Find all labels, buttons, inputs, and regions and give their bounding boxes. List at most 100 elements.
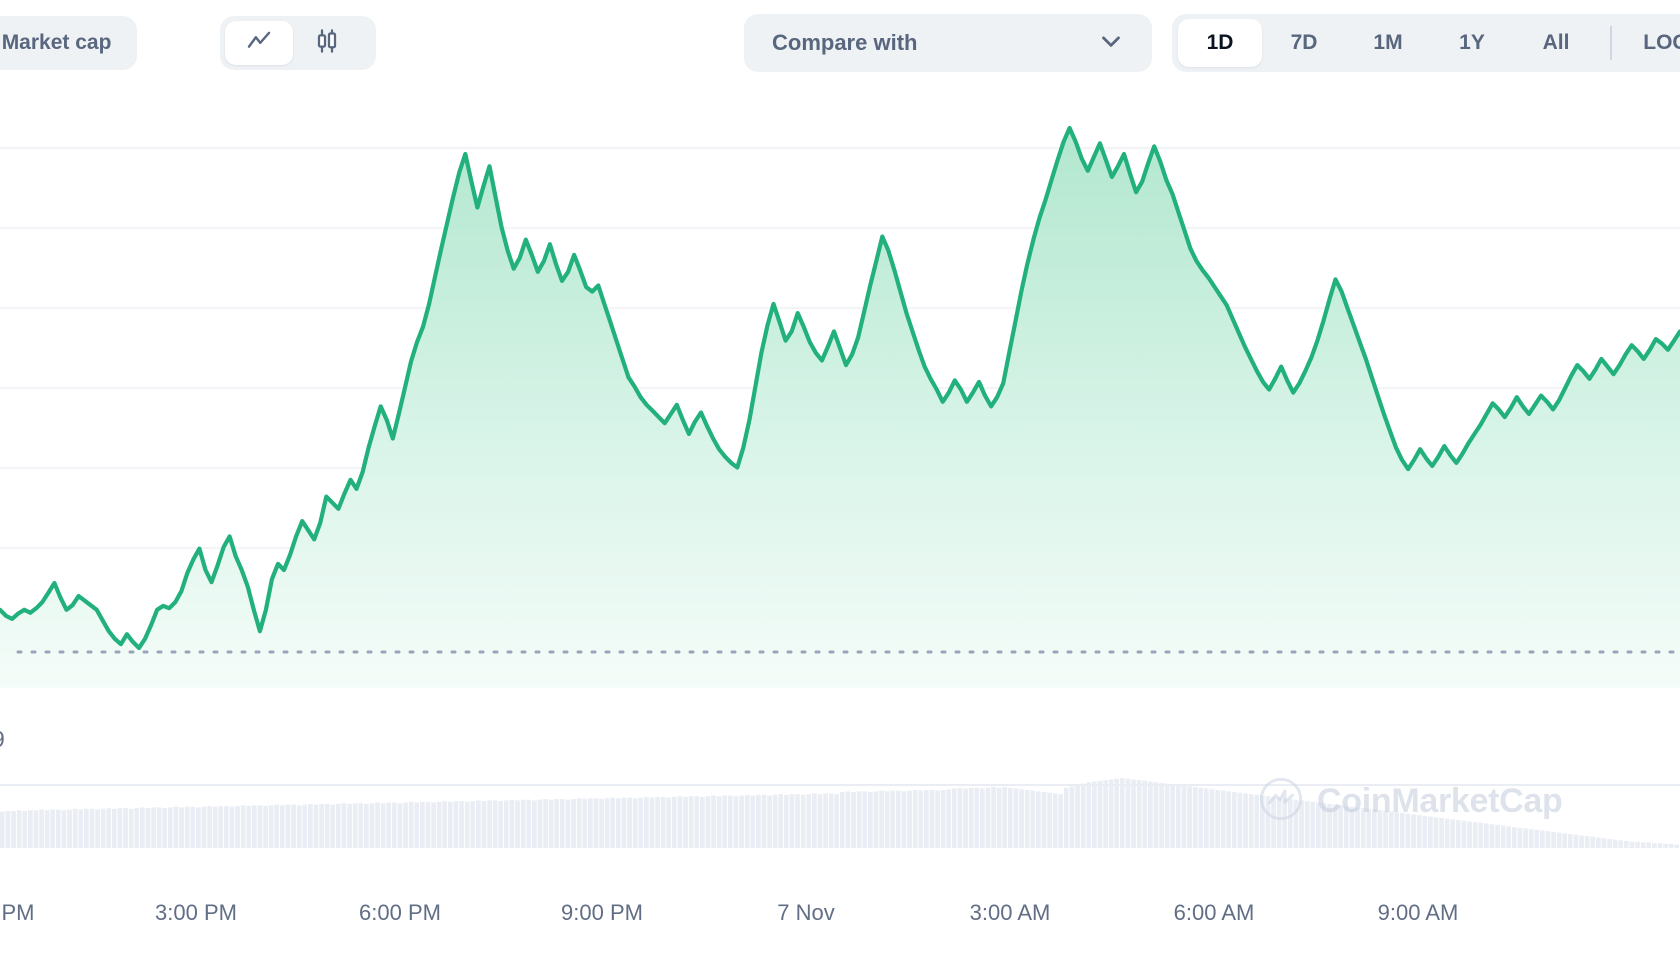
volume-bar xyxy=(285,804,291,848)
volume-bar xyxy=(425,801,431,848)
volume-bar xyxy=(991,787,996,848)
volume-bar xyxy=(1069,786,1075,848)
volume-bar xyxy=(224,806,229,848)
volume-bar xyxy=(1036,791,1041,848)
volume-bar xyxy=(1204,788,1209,848)
volume-bar xyxy=(1019,789,1024,848)
volume-bar xyxy=(588,798,593,848)
volume-bar xyxy=(190,806,196,848)
volume-bar xyxy=(487,800,492,848)
x-axis-tick-label: PM xyxy=(1,900,35,925)
volume-bar xyxy=(756,794,761,848)
volume-bar xyxy=(1008,787,1013,848)
x-axis-tick-label: 9:00 AM xyxy=(1377,900,1459,925)
log-scale-button[interactable]: LOG xyxy=(1624,19,1680,67)
volume-bar xyxy=(1153,782,1159,848)
volume-bar xyxy=(688,796,694,848)
volume-bar xyxy=(1108,779,1114,848)
volume-bar xyxy=(509,799,515,848)
volume-bar xyxy=(1114,778,1120,848)
volume-bar xyxy=(11,810,16,848)
volume-bar xyxy=(1159,782,1164,848)
log-scale-label: LOG xyxy=(1643,31,1680,54)
volume-bar xyxy=(436,801,442,848)
volume-bar xyxy=(761,794,767,848)
volume-bar xyxy=(313,804,319,848)
volume-bar xyxy=(800,794,806,848)
volume-bar xyxy=(1489,824,1495,848)
volume-bar xyxy=(44,810,50,848)
volume-bar xyxy=(1663,843,1668,848)
volume-bar xyxy=(520,799,526,848)
volume-bar xyxy=(537,799,543,848)
volume-bar xyxy=(532,800,537,848)
x-axis-tick-label: 9:00 PM xyxy=(561,900,643,925)
volume-bar xyxy=(78,809,84,848)
volume-bar xyxy=(123,808,128,848)
volume-bar xyxy=(476,800,481,848)
range-divider xyxy=(1610,26,1612,60)
volume-bar xyxy=(302,804,308,848)
volume-bar xyxy=(884,791,890,848)
metric-market-cap-label: Market cap xyxy=(1,31,112,54)
volume-bar xyxy=(599,799,604,848)
volume-bar xyxy=(481,801,487,848)
volume-bar xyxy=(1612,839,1618,848)
chart-toolbar: e Market cap Compare w xyxy=(0,0,1680,88)
candlestick-chart-type-button[interactable] xyxy=(293,21,361,65)
volume-bar xyxy=(526,799,532,848)
metric-market-cap-button[interactable]: Market cap xyxy=(0,20,133,66)
volume-bar xyxy=(582,799,588,848)
volume-bar xyxy=(907,790,912,848)
volume-bar xyxy=(117,808,123,848)
volume-bar xyxy=(1640,842,1646,848)
volume-bar xyxy=(1601,838,1607,848)
volume-bar xyxy=(1624,841,1629,848)
range-1y-button[interactable]: 1Y xyxy=(1430,19,1514,67)
volume-bar xyxy=(442,801,448,848)
volume-bar xyxy=(1523,828,1528,848)
volume-bar xyxy=(280,805,285,848)
range-1d-button[interactable]: 1D xyxy=(1178,19,1262,67)
volume-bar xyxy=(229,806,235,848)
volume-bar xyxy=(940,789,946,848)
coinmarketcap-watermark: CoinMarketCap xyxy=(1258,776,1563,827)
volume-bar xyxy=(912,789,918,848)
range-7d-button[interactable]: 7D xyxy=(1262,19,1346,67)
volume-bar xyxy=(604,798,610,848)
volume-bar xyxy=(980,788,985,848)
volume-bar xyxy=(1142,780,1148,848)
volume-bar xyxy=(1596,837,1601,848)
volume-bar xyxy=(151,807,156,848)
volume-bar xyxy=(246,806,252,848)
line-chart-icon xyxy=(244,26,274,61)
volume-bar xyxy=(1220,790,1226,848)
range-1m-button[interactable]: 1M xyxy=(1346,19,1430,67)
volume-bar xyxy=(554,799,560,848)
volume-bar xyxy=(201,806,207,848)
range-1m-label: 1M xyxy=(1373,31,1403,54)
chart-type-toggle-group xyxy=(220,16,376,70)
volume-bar xyxy=(924,789,929,848)
volume-bar xyxy=(817,794,823,848)
volume-bar xyxy=(1237,792,1243,848)
range-all-button[interactable]: All xyxy=(1514,19,1598,67)
volume-bar xyxy=(1131,779,1136,848)
volume-bar xyxy=(834,794,840,848)
volume-bar xyxy=(156,807,162,848)
volume-bar xyxy=(1674,844,1680,848)
volume-bar xyxy=(1243,793,1248,848)
compare-with-dropdown[interactable]: Compare with xyxy=(744,14,1152,72)
volume-bar xyxy=(767,795,772,848)
volume-bar xyxy=(448,801,453,848)
volume-bar xyxy=(1125,778,1131,848)
volume-bar xyxy=(806,794,812,848)
volume-bar xyxy=(1540,830,1545,848)
volume-bar xyxy=(207,806,212,848)
price-chart-canvas[interactable] xyxy=(0,88,1680,848)
volume-bar xyxy=(1198,787,1204,848)
volume-bar xyxy=(1075,785,1080,848)
price-chart[interactable]: 9 CoinMarketCap PM 3:00 PM 6:00 PM 9:00 PM 7… xyxy=(0,88,1680,944)
line-chart-type-button[interactable] xyxy=(225,21,293,65)
volume-bar xyxy=(1556,832,1562,848)
